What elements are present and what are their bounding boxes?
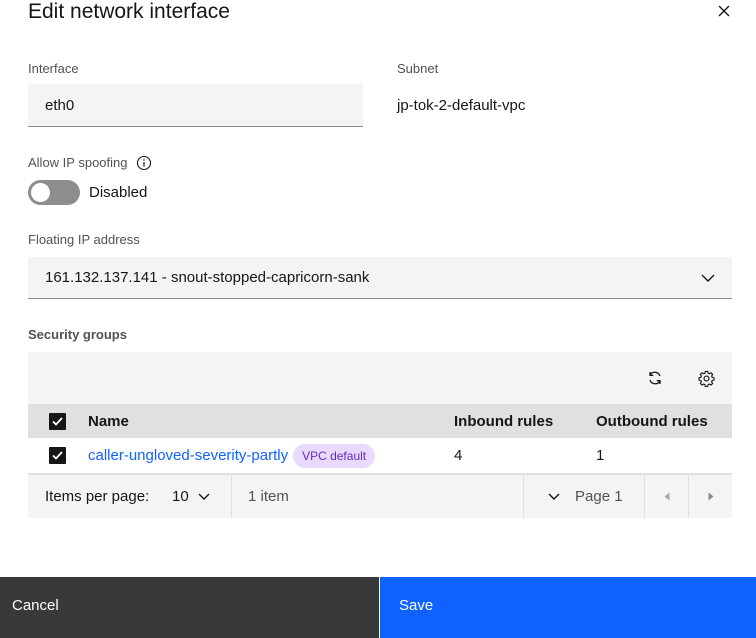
select-all-cell <box>49 404 66 438</box>
chevron-down-icon <box>548 493 560 500</box>
table-row: caller-ungloved-severity-partly VPC defa… <box>28 438 732 474</box>
cancel-button[interactable]: Cancel <box>0 577 379 638</box>
save-button[interactable]: Save <box>379 577 756 638</box>
ip-spoofing-toggle[interactable] <box>28 180 80 205</box>
chevron-down-icon <box>701 274 715 282</box>
ip-spoofing-toggle-row: Disabled <box>28 180 147 205</box>
toggle-knob <box>31 183 50 202</box>
row-outbound-cell: 1 <box>596 447 605 464</box>
caret-left-icon <box>664 492 669 501</box>
column-header-name[interactable]: Name <box>88 404 129 438</box>
pager-divider <box>523 475 524 518</box>
page-indicator: Page 1 <box>575 488 623 505</box>
caret-right-icon <box>708 492 713 501</box>
gear-icon <box>697 370 715 387</box>
item-count: 1 item <box>248 488 289 505</box>
pagination: Items per page: 10 1 item Page 1 <box>28 474 732 518</box>
items-per-page-value: 10 <box>172 488 189 505</box>
table-header: Name Inbound rules Outbound rules <box>28 404 732 438</box>
security-groups-label: Security groups <box>28 327 127 342</box>
modal-footer: Cancel Save <box>0 577 756 638</box>
select-all-checkbox[interactable] <box>49 412 66 430</box>
info-icon[interactable] <box>136 155 152 171</box>
row-select-cell <box>49 438 66 473</box>
interface-label: Interface <box>28 61 79 76</box>
floating-ip-dropdown[interactable]: 161.132.137.141 - snout-stopped-capricor… <box>28 257 732 299</box>
floating-ip-label: Floating IP address <box>28 232 140 247</box>
pager-divider <box>231 475 232 518</box>
row-inbound-cell: 4 <box>454 447 463 464</box>
row-checkbox[interactable] <box>49 447 66 464</box>
chevron-down-icon <box>198 493 210 500</box>
refresh-button[interactable] <box>642 365 668 391</box>
settings-button[interactable] <box>693 365 719 391</box>
items-per-page-select[interactable]: 10 <box>172 475 210 518</box>
subnet-label: Subnet <box>397 61 439 76</box>
close-button[interactable] <box>713 0 735 22</box>
security-group-link[interactable]: caller-ungloved-severity-partly <box>88 447 288 464</box>
items-per-page-label: Items per page: <box>45 488 150 505</box>
close-icon <box>718 5 730 17</box>
next-page-button[interactable] <box>689 475 732 518</box>
checkmark-icon <box>52 451 63 460</box>
checkmark-icon <box>52 416 63 426</box>
ip-spoofing-state: Disabled <box>89 184 148 201</box>
vpc-default-tag: VPC default <box>293 443 376 468</box>
previous-page-button[interactable] <box>645 475 688 518</box>
table-toolbar <box>28 352 732 404</box>
ip-spoofing-label-row: Allow IP spoofing <box>28 155 152 171</box>
interface-input[interactable] <box>28 84 363 127</box>
column-header-outbound[interactable]: Outbound rules <box>596 404 708 438</box>
refresh-icon <box>649 371 661 385</box>
floating-ip-selected: 161.132.137.141 - snout-stopped-capricor… <box>45 269 370 286</box>
page-select[interactable]: Page 1 <box>548 475 623 518</box>
subnet-value: jp-tok-2-default-vpc <box>397 97 526 114</box>
ip-spoofing-label: Allow IP spoofing <box>28 155 128 170</box>
modal-title: Edit network interface <box>28 0 230 23</box>
column-header-inbound[interactable]: Inbound rules <box>454 404 553 438</box>
row-name-cell: caller-ungloved-severity-partly VPC defa… <box>88 438 376 473</box>
security-groups-table: Name Inbound rules Outbound rules caller… <box>28 352 732 518</box>
